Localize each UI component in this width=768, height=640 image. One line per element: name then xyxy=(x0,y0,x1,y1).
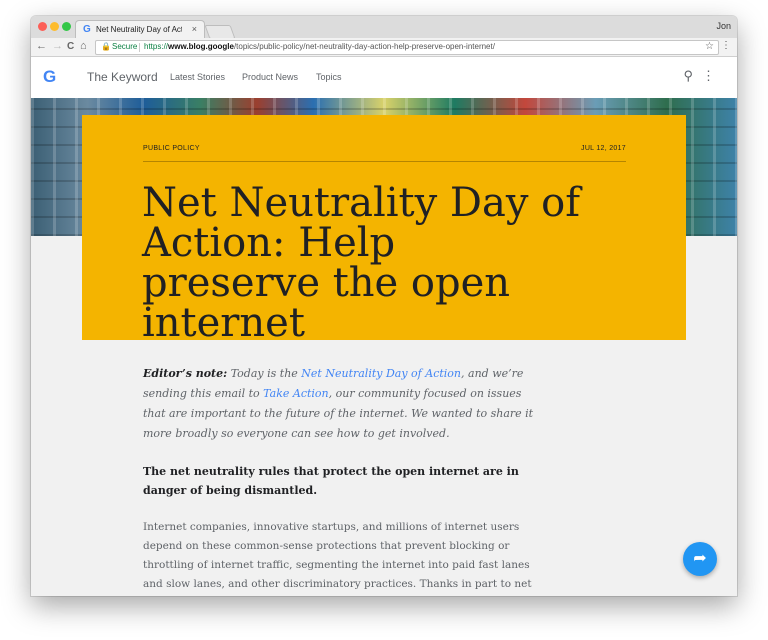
editor-note-label: Editor’s note: xyxy=(143,367,228,380)
url-scheme: https:// xyxy=(144,42,169,51)
url-host: www.blog.google xyxy=(168,42,234,51)
site-brand[interactable]: The Keyword xyxy=(87,70,158,84)
category-label[interactable]: PUBLIC POLICY xyxy=(143,145,200,152)
secure-label: Secure xyxy=(112,42,138,51)
tab-bar: G Net Neutrality Day of Action: H × Jon xyxy=(31,16,737,39)
nav-product-news[interactable]: Product News xyxy=(242,72,298,82)
forward-arrow-icon[interactable]: → xyxy=(52,40,63,52)
zoom-window-button[interactable] xyxy=(62,22,71,31)
page-content[interactable]: PUBLIC POLICY JUL 12, 2017 Net Neutralit… xyxy=(31,98,737,596)
browser-window: G Net Neutrality Day of Action: H × Jon … xyxy=(31,16,737,596)
profile-name[interactable]: Jon xyxy=(716,21,731,31)
divider xyxy=(139,43,140,52)
tab-title: Net Neutrality Day of Action: H xyxy=(96,25,182,34)
toolbar: ← → C ⌂ 🔒 Secure https://www.blog.google… xyxy=(31,38,737,57)
close-window-button[interactable] xyxy=(38,22,47,31)
url-path: /topics/public-policy/net-neutrality-day… xyxy=(233,42,495,51)
bookmark-star-icon[interactable]: ☆ xyxy=(705,41,714,52)
nav-topics[interactable]: Topics xyxy=(316,72,342,82)
headline-card: PUBLIC POLICY JUL 12, 2017 Net Neutralit… xyxy=(82,115,686,346)
nav-latest-stories[interactable]: Latest Stories xyxy=(170,72,225,82)
card-divider xyxy=(143,161,626,162)
more-options-icon[interactable]: ⋮ xyxy=(702,68,715,84)
lock-icon: 🔒 xyxy=(101,42,111,51)
google-logo-icon[interactable]: G xyxy=(43,67,56,87)
share-button[interactable]: ➦ xyxy=(683,542,717,576)
minimize-window-button[interactable] xyxy=(50,22,59,31)
address-bar[interactable]: 🔒 Secure https://www.blog.google/topics/… xyxy=(95,40,719,55)
link-net-neutrality-day[interactable]: Net Neutrality Day of Action xyxy=(301,367,461,380)
url-text[interactable]: https://www.blog.google/topics/public-po… xyxy=(144,42,495,51)
page-title: Net Neutrality Day of Action: Help prese… xyxy=(142,180,581,346)
publish-date: JUL 12, 2017 xyxy=(581,145,626,152)
google-favicon-icon: G xyxy=(83,24,91,35)
lead-paragraph: The net neutrality rules that protect th… xyxy=(143,465,519,497)
browser-tab[interactable]: G Net Neutrality Day of Action: H × xyxy=(75,20,205,39)
link-take-action[interactable]: Take Action xyxy=(263,387,328,400)
reload-icon[interactable]: C xyxy=(67,41,74,52)
home-icon[interactable]: ⌂ xyxy=(80,40,87,52)
site-header: G The Keyword Latest Stories Product New… xyxy=(31,57,737,99)
browser-menu-icon[interactable]: ⋮ xyxy=(721,40,731,51)
share-arrow-icon: ➦ xyxy=(693,550,707,567)
editor-note-text-1: Today is the xyxy=(227,367,302,380)
tab-close-icon[interactable]: × xyxy=(192,24,197,34)
editor-note: Editor’s note: Today is the Net Neutrali… xyxy=(143,364,543,444)
back-arrow-icon[interactable]: ← xyxy=(36,40,47,52)
body-paragraph: Internet companies, innovative startups,… xyxy=(143,521,532,590)
search-icon[interactable]: ⚲ xyxy=(683,68,693,84)
article-body: Editor’s note: Today is the Net Neutrali… xyxy=(143,364,543,596)
new-tab-button[interactable] xyxy=(204,25,236,39)
